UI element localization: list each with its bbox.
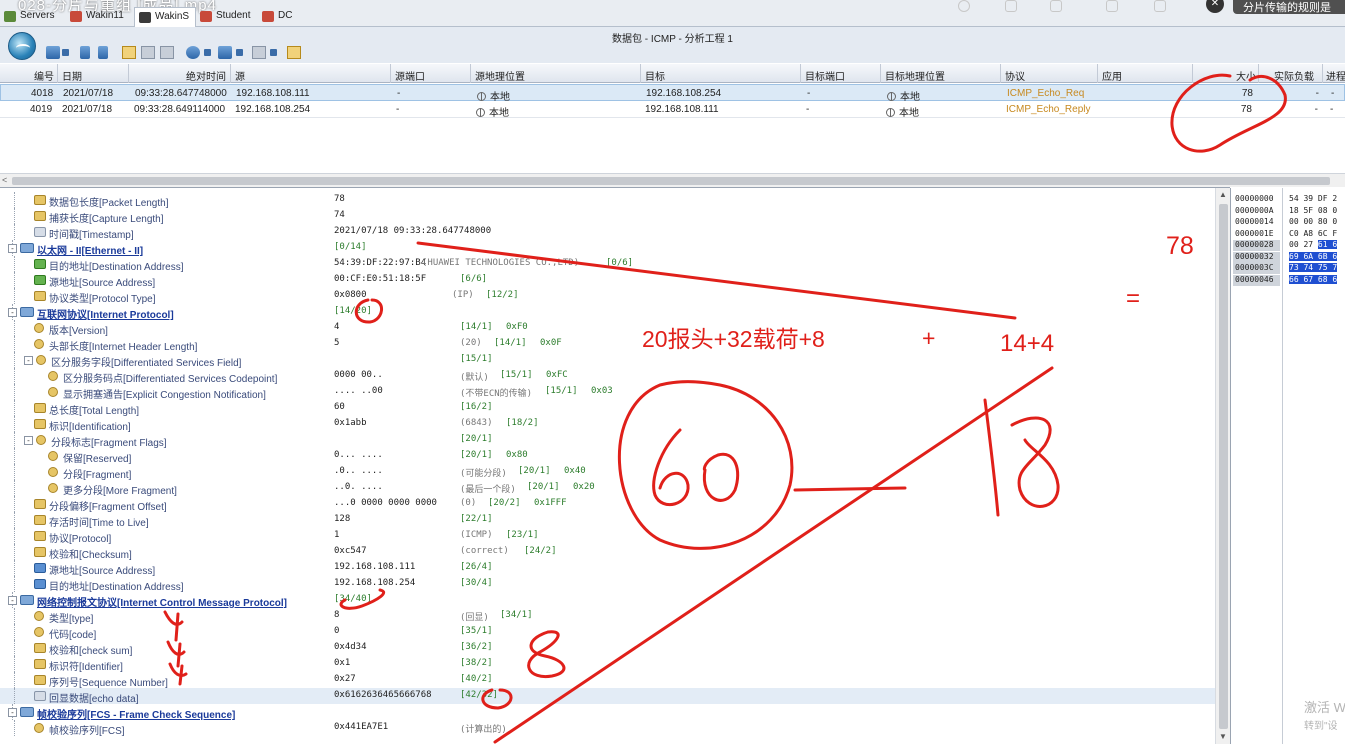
annotation-equation: 20报头+32载荷+8 bbox=[642, 326, 825, 352]
annotation-tick-2 bbox=[166, 640, 186, 668]
annotation-circle-echo bbox=[481, 688, 513, 710]
annotation-line-timestamp bbox=[416, 241, 1017, 320]
annotation-dash bbox=[793, 486, 907, 492]
annotation-ethernet: 14+4 bbox=[1000, 330, 1055, 357]
annotation-circle-size bbox=[1170, 73, 1287, 153]
annotation-circle-icmp bbox=[339, 588, 386, 610]
annotation-total: 78 bbox=[1166, 232, 1194, 260]
annotation-tick-1 bbox=[163, 610, 184, 642]
annotation-digits-60 bbox=[652, 428, 740, 506]
annotation-digit-8 bbox=[527, 630, 566, 679]
annotation-plus: + bbox=[922, 325, 936, 351]
annotation-digits-18 bbox=[983, 398, 1060, 517]
annotation-slash bbox=[493, 366, 1054, 744]
annotation-circle-ip bbox=[354, 298, 383, 324]
annotation-ink bbox=[163, 73, 1287, 744]
annotation-equals: = bbox=[1126, 285, 1141, 312]
app-window: 028-分片与重组 [成品].mp4 Servers Wakin11 Wakin… bbox=[0, 0, 1345, 744]
